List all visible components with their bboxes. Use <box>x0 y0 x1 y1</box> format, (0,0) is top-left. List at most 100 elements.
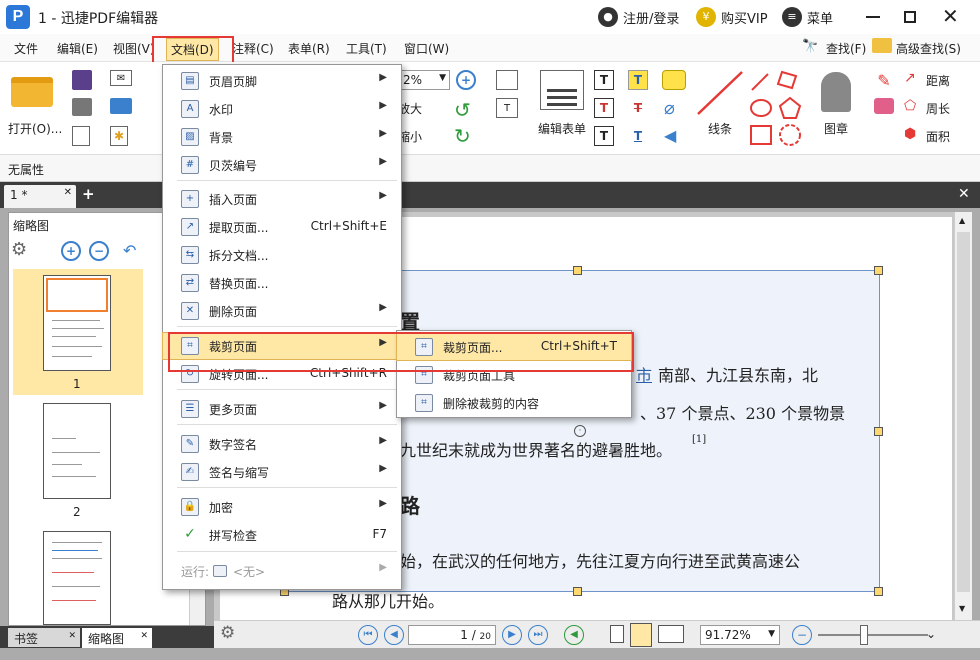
tab-document-1[interactable]: 1 * ✕ <box>4 185 76 208</box>
chevron-down-icon[interactable]: ⌄ <box>926 627 936 641</box>
scroll-up-icon[interactable]: ▲ <box>959 216 965 225</box>
last-page-icon[interactable]: ⏭ <box>528 625 548 645</box>
thumbnail-page-1[interactable] <box>43 275 111 371</box>
crop-handle[interactable] <box>874 587 883 596</box>
close-icon[interactable]: ✕ <box>942 4 959 28</box>
menu-window[interactable]: 窗口(W) <box>404 40 449 57</box>
footnote-ref[interactable]: [1] <box>692 434 706 445</box>
settings-gear-icon[interactable]: ⚙ <box>220 623 235 643</box>
zoom-slider-handle[interactable] <box>860 625 868 645</box>
menu-edit[interactable]: 编辑(E) <box>57 40 98 57</box>
perimeter-icon[interactable]: ⬠ <box>904 98 916 114</box>
menu-tools[interactable]: 工具(T) <box>346 40 387 57</box>
menu-file[interactable]: 文件 <box>14 40 38 57</box>
submenu-item-remove-cropped-content[interactable]: ⌗ 删除被裁剪的内容 <box>397 390 631 416</box>
zoom-combobox[interactable]: 2% ▼ <box>398 70 450 90</box>
crop-center-icon[interactable]: · <box>574 425 586 437</box>
page-number-field[interactable]: 1 / 20 <box>408 625 496 645</box>
menu-item-encrypt[interactable]: 🔒 加密 ▶ <box>163 494 401 520</box>
scroll-down-icon[interactable]: ▼ <box>959 604 965 613</box>
thumb-zoom-in-icon[interactable]: + <box>61 241 81 261</box>
menu-item-spell-check[interactable]: ✓ 拼写检查 F7 <box>163 522 401 548</box>
edit-form-label[interactable]: 编辑表单 <box>538 120 586 137</box>
pencil-icon[interactable]: ✎ <box>874 70 894 90</box>
perimeter-button[interactable]: 周长 <box>926 100 950 117</box>
text-callout-icon[interactable]: T <box>594 126 614 146</box>
rotate-right-icon[interactable]: ↻ <box>454 124 471 148</box>
menu-item-split-document[interactable]: ⇆ 拆分文档... <box>163 242 401 268</box>
tab-close-icon[interactable]: ✕ <box>64 187 72 198</box>
scrollbar-thumb[interactable] <box>957 232 970 592</box>
stamp-icon[interactable] <box>818 70 854 114</box>
menu-item-extract-page[interactable]: ↗ 提取页面... Ctrl+Shift+E <box>163 214 401 240</box>
back-icon[interactable]: ◀ <box>564 625 584 645</box>
new-document-icon[interactable]: ✱ <box>110 126 128 146</box>
underline-icon[interactable]: T <box>628 126 648 146</box>
maximize-icon[interactable] <box>904 11 916 23</box>
first-page-icon[interactable]: ⏮ <box>358 625 378 645</box>
area-button[interactable]: 面积 <box>926 128 950 145</box>
minimize-icon[interactable] <box>866 16 880 18</box>
single-page-icon[interactable] <box>610 625 624 643</box>
prev-page-icon[interactable]: ◀ <box>384 625 404 645</box>
menu-item-delete-page[interactable]: ✕ 删除页面 ▶ <box>163 298 401 324</box>
add-tab-button[interactable]: + <box>82 185 95 203</box>
menu-item-digital-signature[interactable]: ✎ 数字签名 ▶ <box>163 431 401 457</box>
close-icon[interactable]: ✕ <box>140 631 148 641</box>
thumbnail-page-2[interactable] <box>43 403 111 499</box>
menu-comment[interactable]: 注释(C) <box>232 40 274 57</box>
document-icon[interactable] <box>72 126 90 146</box>
highlight-text-icon[interactable]: T <box>628 70 648 90</box>
main-menu-button[interactable]: ≡ 菜单 <box>782 6 833 28</box>
stamp-label[interactable]: 图章 <box>824 120 848 137</box>
find-button[interactable]: 查找(F) <box>826 40 866 57</box>
settings-gear-icon[interactable]: ⚙ <box>11 239 27 260</box>
menu-item-insert-page[interactable]: + 插入页面 ▶ <box>163 186 401 212</box>
distance-icon[interactable]: ↗ <box>904 70 916 86</box>
rotate-90-icon[interactable]: ↶ <box>123 241 136 260</box>
tab-thumbnails[interactable]: 缩略图 ✕ <box>82 628 152 648</box>
menu-item-bates-number[interactable]: # 贝茨编号 ▶ <box>163 152 401 178</box>
close-document-icon[interactable]: ✕ <box>958 186 970 202</box>
menu-item-watermark[interactable]: A 水印 ▶ <box>163 96 401 122</box>
eraser-icon[interactable] <box>874 98 894 114</box>
menu-item-more-pages[interactable]: ☰ 更多页面 ▶ <box>163 396 401 422</box>
area-icon[interactable]: ⬢ <box>904 126 916 142</box>
crop-handle[interactable] <box>573 266 582 275</box>
crop-handle[interactable] <box>874 266 883 275</box>
line-tool-label[interactable]: 线条 <box>708 120 732 137</box>
thumb-zoom-out-icon[interactable]: − <box>89 241 109 261</box>
attachment-icon[interactable]: ⌀ <box>664 98 675 119</box>
rotate-left-icon[interactable]: ↺ <box>454 98 471 122</box>
open-folder-icon[interactable] <box>10 72 54 112</box>
menu-item-header-footer[interactable]: ▤ 页眉页脚 ▶ <box>163 68 401 94</box>
menu-view[interactable]: 视图(V) <box>113 40 155 57</box>
line-tool-icon[interactable] <box>694 68 754 118</box>
zoom-in-icon[interactable]: + <box>456 70 476 90</box>
crop-handle[interactable] <box>573 587 582 596</box>
close-icon[interactable]: ✕ <box>68 631 76 641</box>
fit-page-icon[interactable] <box>630 623 652 647</box>
menu-item-background[interactable]: ▨ 背景 ▶ <box>163 124 401 150</box>
menu-item-run-action[interactable]: 运行: <无> ▶ <box>163 558 401 584</box>
shape-tools-icon[interactable] <box>748 68 808 152</box>
distance-button[interactable]: 距离 <box>926 72 950 89</box>
document-vertical-scrollbar[interactable]: ▲ ▼ <box>954 212 972 620</box>
zoom-slider[interactable] <box>818 634 928 636</box>
sticky-note-icon[interactable] <box>662 70 686 90</box>
zoom-out-icon[interactable]: − <box>792 625 812 645</box>
zoom-percent-combobox[interactable]: 91.72% ▼ <box>700 625 780 645</box>
scan-icon[interactable] <box>110 98 132 114</box>
city-link[interactable]: 市 <box>636 362 652 386</box>
save-icon[interactable] <box>72 70 92 90</box>
add-text-icon[interactable]: T <box>496 98 518 118</box>
login-button[interactable]: ● 注册/登录 <box>598 6 679 28</box>
menu-item-sign-initials[interactable]: ✍ 签名与缩写 ▶ <box>163 459 401 485</box>
menu-item-replace-page[interactable]: ⇄ 替换页面... <box>163 270 401 296</box>
advanced-find-button[interactable]: 高级查找(S) <box>896 40 961 57</box>
email-icon[interactable]: ✉ <box>110 70 132 86</box>
select-text-icon[interactable] <box>496 70 518 90</box>
buy-vip-button[interactable]: ¥ 购买VIP <box>696 6 768 28</box>
strikethrough-icon[interactable]: T <box>628 98 648 118</box>
text-box-icon[interactable]: T <box>594 70 614 90</box>
